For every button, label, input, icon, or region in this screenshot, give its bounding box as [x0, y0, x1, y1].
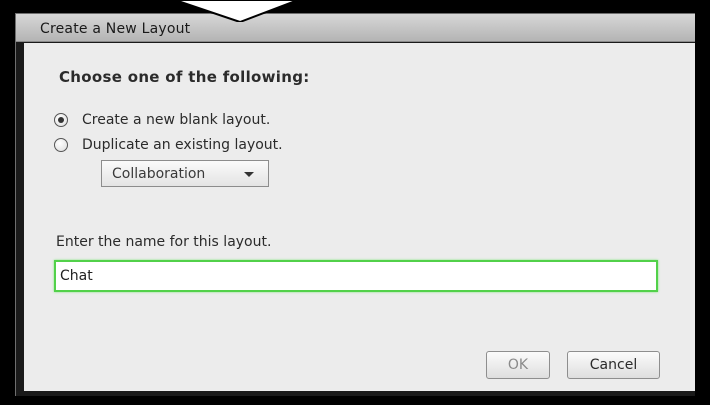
ok-button[interactable]: OK [486, 351, 550, 379]
radio-new-blank[interactable] [54, 113, 68, 127]
layout-name-label: Enter the name for this layout. [56, 234, 272, 250]
option-new-blank[interactable]: Create a new blank layout. [54, 110, 270, 130]
dialog-shadow [695, 13, 710, 405]
cancel-button[interactable]: Cancel [567, 351, 660, 379]
option-duplicate[interactable]: Duplicate an existing layout. [54, 135, 283, 155]
choose-heading: Choose one of the following: [59, 68, 310, 86]
option-duplicate-label: Duplicate an existing layout. [82, 137, 283, 153]
dialog-content: Choose one of the following: Create a ne… [24, 43, 696, 391]
radio-duplicate[interactable] [54, 138, 68, 152]
layout-select-value: Collaboration [112, 166, 206, 182]
chevron-down-icon [244, 172, 254, 177]
layout-name-input[interactable] [54, 260, 658, 292]
create-layout-dialog: Create a New Layout Choose one of the fo… [15, 13, 696, 396]
dialog-title: Create a New Layout [40, 21, 191, 37]
layout-select[interactable]: Collaboration [101, 160, 269, 187]
dialog-titlebar[interactable]: Create a New Layout [16, 14, 696, 42]
option-new-blank-label: Create a new blank layout. [82, 112, 271, 128]
